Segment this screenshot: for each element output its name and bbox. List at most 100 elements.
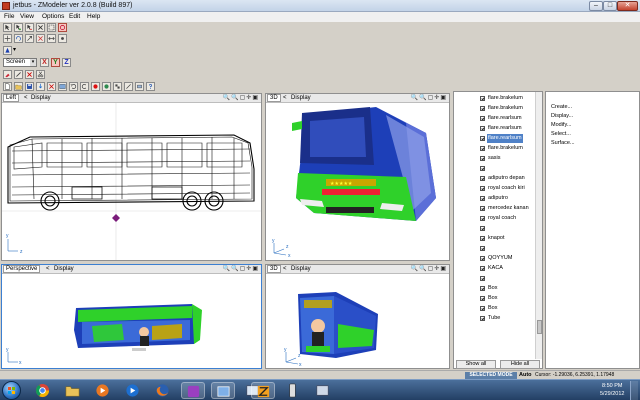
maximize-button[interactable]: □ xyxy=(603,1,617,11)
viewport-tools[interactable]: 🔍🔍▢✛▣ xyxy=(223,94,259,102)
help-icon[interactable] xyxy=(146,82,155,91)
rotate-icon[interactable] xyxy=(14,34,23,43)
visibility-checkbox[interactable] xyxy=(480,236,485,241)
scale-icon[interactable] xyxy=(25,34,34,43)
mirror-icon[interactable] xyxy=(36,34,45,43)
viewport-name[interactable]: Perspective xyxy=(3,265,41,273)
object-list-item[interactable]: QOYYUM xyxy=(454,254,536,263)
select-minus-icon[interactable] xyxy=(25,23,34,32)
visibility-checkbox[interactable] xyxy=(480,156,485,161)
visibility-checkbox[interactable] xyxy=(480,276,485,281)
zmodeler-app-icon[interactable] xyxy=(2,2,10,10)
visibility-checkbox[interactable] xyxy=(480,176,485,181)
visibility-checkbox[interactable] xyxy=(480,96,485,101)
object-list-item[interactable]: sasis xyxy=(454,154,536,163)
weld-icon[interactable] xyxy=(58,34,67,43)
cut-icon[interactable] xyxy=(36,70,45,79)
open-folder-icon[interactable] xyxy=(14,82,23,91)
command-display[interactable]: Display... xyxy=(551,113,573,119)
object-list-item[interactable]: royal coach kiri xyxy=(454,184,536,193)
viewport-canvas[interactable]: y z xyxy=(2,103,261,260)
command-modify[interactable]: Modify... xyxy=(551,122,571,128)
show-all-button[interactable]: Show all xyxy=(456,360,496,369)
axis-x-toggle[interactable]: X xyxy=(40,58,49,67)
object-list-item[interactable]: mercedez kanan xyxy=(454,204,536,213)
undo-icon[interactable] xyxy=(69,82,78,91)
menu-help[interactable]: Help xyxy=(87,13,100,20)
axis-z-toggle[interactable]: Z xyxy=(62,58,71,67)
menu-view[interactable]: View xyxy=(20,13,34,20)
taskbar-phone[interactable] xyxy=(281,382,305,399)
paint-icon[interactable] xyxy=(3,70,12,79)
viewport-back-arrow[interactable]: < xyxy=(24,94,28,102)
viewport-back-arrow[interactable]: < xyxy=(46,265,50,273)
taskbar-folder[interactable] xyxy=(61,382,85,399)
object-list-item[interactable]: knapot xyxy=(454,234,536,243)
layers-icon[interactable] xyxy=(135,82,144,91)
select-plus-icon[interactable] xyxy=(14,23,23,32)
viewport-mode[interactable]: Display xyxy=(291,94,311,102)
visibility-checkbox[interactable] xyxy=(480,126,485,131)
object-list-item[interactable]: KACA xyxy=(454,264,536,273)
viewport-canvas[interactable]: ★★★★★ y z x xyxy=(266,103,449,260)
visibility-checkbox[interactable] xyxy=(480,296,485,301)
visibility-checkbox[interactable] xyxy=(480,226,485,231)
menu-file[interactable]: File xyxy=(4,13,14,20)
export-icon[interactable] xyxy=(58,82,67,91)
visibility-checkbox[interactable] xyxy=(480,286,485,291)
visibility-checkbox[interactable] xyxy=(480,266,485,271)
visibility-checkbox[interactable] xyxy=(480,136,485,141)
snap-dropdown-arrow[interactable]: ▾ xyxy=(13,46,19,55)
axis-y-toggle[interactable]: Y xyxy=(51,58,60,67)
visibility-checkbox[interactable] xyxy=(480,146,485,151)
viewport-mode[interactable]: Display xyxy=(54,265,74,273)
system-clock[interactable]: 8:50 PM 5/29/2012 xyxy=(600,382,624,398)
viewport-left[interactable]: Left < Display 🔍🔍▢✛▣ y z xyxy=(1,93,262,261)
viewport-name[interactable]: Left xyxy=(3,94,20,102)
viewport-canvas[interactable]: y x xyxy=(2,274,261,368)
show-desktop-button[interactable] xyxy=(630,381,638,400)
move-icon[interactable] xyxy=(3,34,12,43)
select-icon[interactable] xyxy=(3,23,12,32)
snap-icon[interactable] xyxy=(3,46,12,55)
knife-icon[interactable] xyxy=(14,70,23,79)
taskbar-media-player[interactable] xyxy=(121,382,145,399)
viewport-canvas[interactable]: y z x xyxy=(266,274,449,368)
coordinate-system-select[interactable]: Screen ▾ xyxy=(3,58,37,67)
visibility-checkbox[interactable] xyxy=(480,106,485,111)
visibility-checkbox[interactable] xyxy=(480,196,485,201)
command-select[interactable]: Select... xyxy=(551,131,571,137)
select-region-icon[interactable] xyxy=(47,23,56,32)
menu-options[interactable]: Options xyxy=(42,13,64,20)
hide-all-button[interactable]: Hide all xyxy=(500,360,540,369)
import-icon[interactable] xyxy=(36,82,45,91)
auto-mode-indicator[interactable]: Auto xyxy=(519,372,532,378)
start-button[interactable] xyxy=(2,381,21,400)
viewport-3d-bottom[interactable]: 3D < Display 🔍🔍▢✛▣ y z x xyxy=(265,264,450,369)
object-list-item[interactable]: adiputro xyxy=(454,194,536,203)
object-list-item[interactable] xyxy=(454,224,536,233)
visibility-checkbox[interactable] xyxy=(480,246,485,251)
merge-icon[interactable] xyxy=(47,82,56,91)
objects-scrollbar[interactable] xyxy=(535,92,542,359)
object-list-item[interactable]: Box xyxy=(454,284,536,293)
object-list-item[interactable]: Tube xyxy=(454,314,536,323)
viewport-back-arrow[interactable]: < xyxy=(283,265,287,273)
object-list-item[interactable]: Box xyxy=(454,294,536,303)
object-list-item[interactable]: flare.brakelum xyxy=(454,144,536,153)
visibility-checkbox[interactable] xyxy=(480,166,485,171)
command-surface[interactable]: Surface... xyxy=(551,140,575,146)
object-list-item[interactable] xyxy=(454,164,536,173)
scrollbar-thumb[interactable] xyxy=(537,320,542,334)
new-file-icon[interactable] xyxy=(3,82,12,91)
object-list-item[interactable] xyxy=(454,274,536,283)
viewport-tools[interactable]: 🔍🔍▢✛▣ xyxy=(223,265,259,273)
viewport-3d-top[interactable]: 3D < Display 🔍🔍▢✛▣ ★★★★★ y z x xyxy=(265,93,450,261)
redo-icon[interactable] xyxy=(80,82,89,91)
select-invert-icon[interactable] xyxy=(36,23,45,32)
command-create[interactable]: Create... xyxy=(551,104,572,110)
object-list-item[interactable]: Box xyxy=(454,304,536,313)
record-icon[interactable] xyxy=(91,82,100,91)
object-list-item[interactable]: adiputro depan xyxy=(454,174,536,183)
viewport-perspective[interactable]: Perspective < Display 🔍🔍▢✛▣ y x xyxy=(1,264,262,369)
